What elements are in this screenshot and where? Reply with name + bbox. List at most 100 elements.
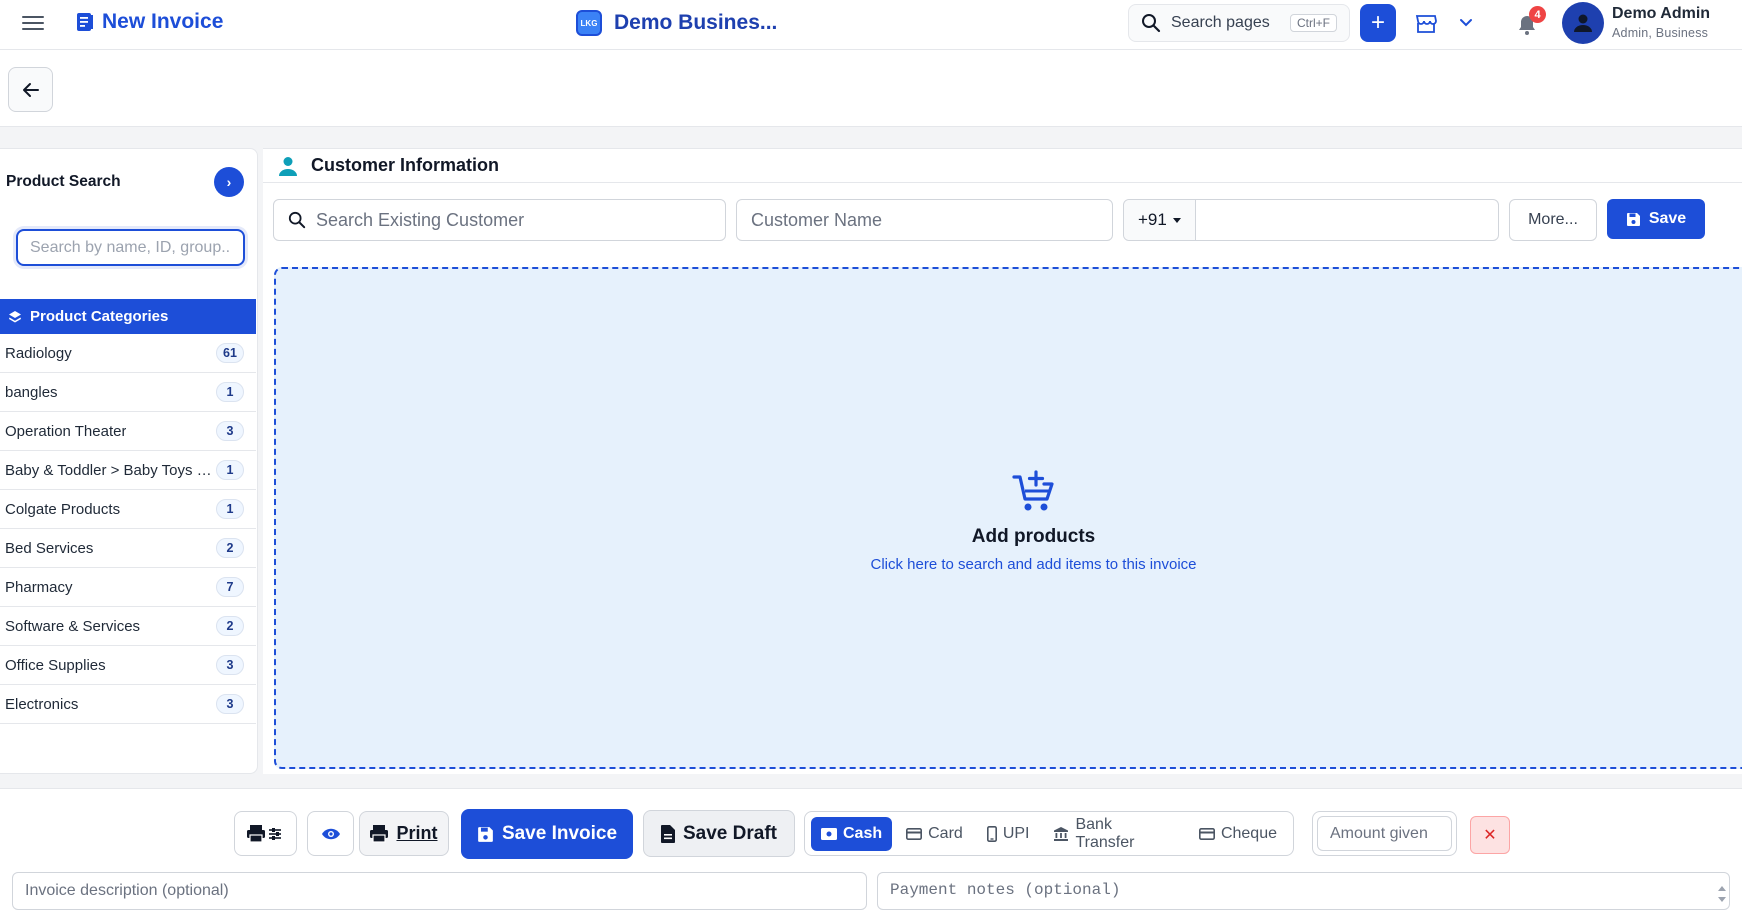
category-name: Pharmacy [5, 578, 73, 596]
payment-method-cash[interactable]: Cash [811, 816, 893, 851]
category-count-badge: 1 [216, 460, 244, 480]
payment-notes-input[interactable] [877, 872, 1730, 910]
customer-phone-field: +91 [1123, 199, 1499, 241]
clear-payment-button[interactable]: ✕ [1470, 816, 1510, 854]
category-item[interactable]: Colgate Products 1 [0, 490, 256, 529]
floppy-disk-icon [478, 826, 493, 842]
product-search-panel: Product Search › Product Categories Radi… [0, 148, 258, 774]
category-name: Colgate Products [5, 500, 121, 518]
payment-method-label: Card [928, 824, 963, 842]
notifications-button[interactable]: 4 [1515, 6, 1546, 38]
chevron-down-icon[interactable] [1458, 14, 1474, 30]
printer-settings-icon [246, 824, 281, 843]
product-search-go-button[interactable]: › [214, 167, 244, 197]
product-search-title: Product Search [6, 173, 121, 190]
save-customer-button[interactable]: Save [1607, 199, 1705, 239]
save-invoice-label: Save Invoice [501, 823, 618, 844]
customer-info-title: Customer Information [311, 155, 500, 175]
print-button[interactable]: Print [359, 811, 449, 856]
category-item[interactable]: Operation Theater 3 [0, 412, 256, 451]
customer-name-input[interactable] [751, 209, 1098, 231]
caret-down-icon [1172, 217, 1181, 223]
store-icon[interactable] [1414, 12, 1438, 36]
printer-icon [370, 824, 389, 843]
page-title-group: New Invoice [76, 10, 223, 34]
category-name: Baby & Toddler > Baby Toys & Activity Eq… [5, 461, 213, 479]
phone-input[interactable] [1195, 209, 1498, 231]
notification-badge: 4 [1529, 6, 1546, 23]
credit-card-icon [906, 827, 923, 840]
search-pages-button[interactable]: Search pages Ctrl+F [1128, 4, 1350, 42]
search-pages-label: Search pages [1171, 14, 1270, 31]
category-list: Radiology 61 bangles 1 Operation Theater 3 Bab… [0, 334, 256, 724]
category-item[interactable]: Electronics 3 [0, 685, 256, 724]
back-button[interactable] [8, 67, 53, 112]
floppy-disk-icon [1626, 212, 1640, 226]
customer-search-input[interactable] [316, 209, 711, 231]
category-item[interactable]: Bed Services 2 [0, 529, 256, 568]
invoice-main-panel: Customer Information +91 More... Save [263, 148, 1742, 774]
payment-method-label: Cheque [1220, 824, 1277, 842]
more-button[interactable]: More... [1509, 199, 1597, 241]
save-invoice-button[interactable]: Save Invoice [461, 809, 633, 859]
search-icon [288, 211, 306, 229]
user-icon [279, 156, 297, 176]
business-switcher[interactable]: LKG Demo Busines... [576, 10, 777, 36]
top-bar: New Invoice LKG Demo Busines... Search p… [0, 0, 1742, 50]
category-item[interactable]: Office Supplies 3 [0, 646, 256, 685]
category-name: Software & Services [5, 617, 141, 635]
category-count-badge: 1 [216, 499, 244, 519]
print-settings-button[interactable] [234, 811, 297, 856]
category-count-badge: 1 [216, 382, 244, 402]
invoice-description-input[interactable] [12, 872, 867, 910]
cheque-icon [1198, 827, 1215, 840]
category-name: Bed Services [5, 539, 94, 557]
payment-method-group: Cash Card UPI Bank Transfer Cheque [804, 811, 1294, 856]
menu-icon[interactable] [22, 12, 46, 36]
preview-button[interactable] [307, 811, 354, 856]
payment-method-label: UPI [1002, 824, 1030, 842]
cart-plus-icon [1011, 470, 1054, 511]
payment-method-cheque[interactable]: Cheque [1189, 817, 1287, 851]
add-products-title: Add products [971, 526, 1096, 547]
category-item[interactable]: bangles 1 [0, 373, 256, 412]
country-code-value: +91 [1138, 210, 1167, 229]
payment-method-bank-transfer[interactable]: Bank Transfer [1043, 815, 1184, 851]
product-categories-title: Product Categories [30, 308, 169, 325]
avatar[interactable] [1562, 2, 1604, 44]
category-name: Operation Theater [5, 422, 127, 440]
customer-info-header: Customer Information [263, 149, 1742, 183]
category-item[interactable]: Software & Services 2 [0, 607, 256, 646]
user-name[interactable]: Demo Admin [1612, 5, 1710, 23]
layers-icon [9, 310, 21, 322]
save-customer-label: Save [1648, 210, 1687, 227]
product-categories-header: Product Categories [0, 299, 256, 334]
amount-given-input[interactable] [1317, 816, 1452, 851]
bank-icon [1054, 826, 1069, 841]
payment-method-label: Cash [843, 824, 883, 842]
save-draft-button[interactable]: Save Draft [643, 810, 795, 857]
category-item[interactable]: Baby & Toddler > Baby Toys & Activity Eq… [0, 451, 256, 490]
customer-name-field [736, 199, 1113, 241]
product-search-input[interactable] [16, 229, 245, 266]
business-name: Demo Busines... [614, 11, 778, 34]
category-item[interactable]: Radiology 61 [0, 334, 256, 373]
payment-method-label: Bank Transfer [1075, 815, 1135, 851]
country-code-select[interactable]: +91 [1124, 200, 1196, 240]
mobile-phone-icon [986, 825, 997, 842]
category-count-badge: 2 [216, 538, 244, 558]
category-item[interactable]: Pharmacy 7 [0, 568, 256, 607]
page-title: New Invoice [102, 10, 224, 33]
payment-method-upi[interactable]: UPI [977, 817, 1040, 851]
category-count-badge: 2 [216, 616, 244, 636]
search-icon [1142, 14, 1161, 33]
customer-search-field [273, 199, 726, 241]
add-products-dropzone[interactable]: Add products Click here to search and ad… [274, 267, 1742, 769]
arrow-left-icon [22, 82, 39, 97]
category-name: Radiology [5, 344, 72, 362]
quick-add-button[interactable]: + [1360, 4, 1396, 42]
payment-method-card[interactable]: Card [896, 817, 973, 851]
resize-handle-icon[interactable] [1717, 884, 1727, 904]
eye-icon [321, 828, 340, 839]
add-products-subtitle[interactable]: Click here to search and add items to th… [856, 556, 1211, 573]
